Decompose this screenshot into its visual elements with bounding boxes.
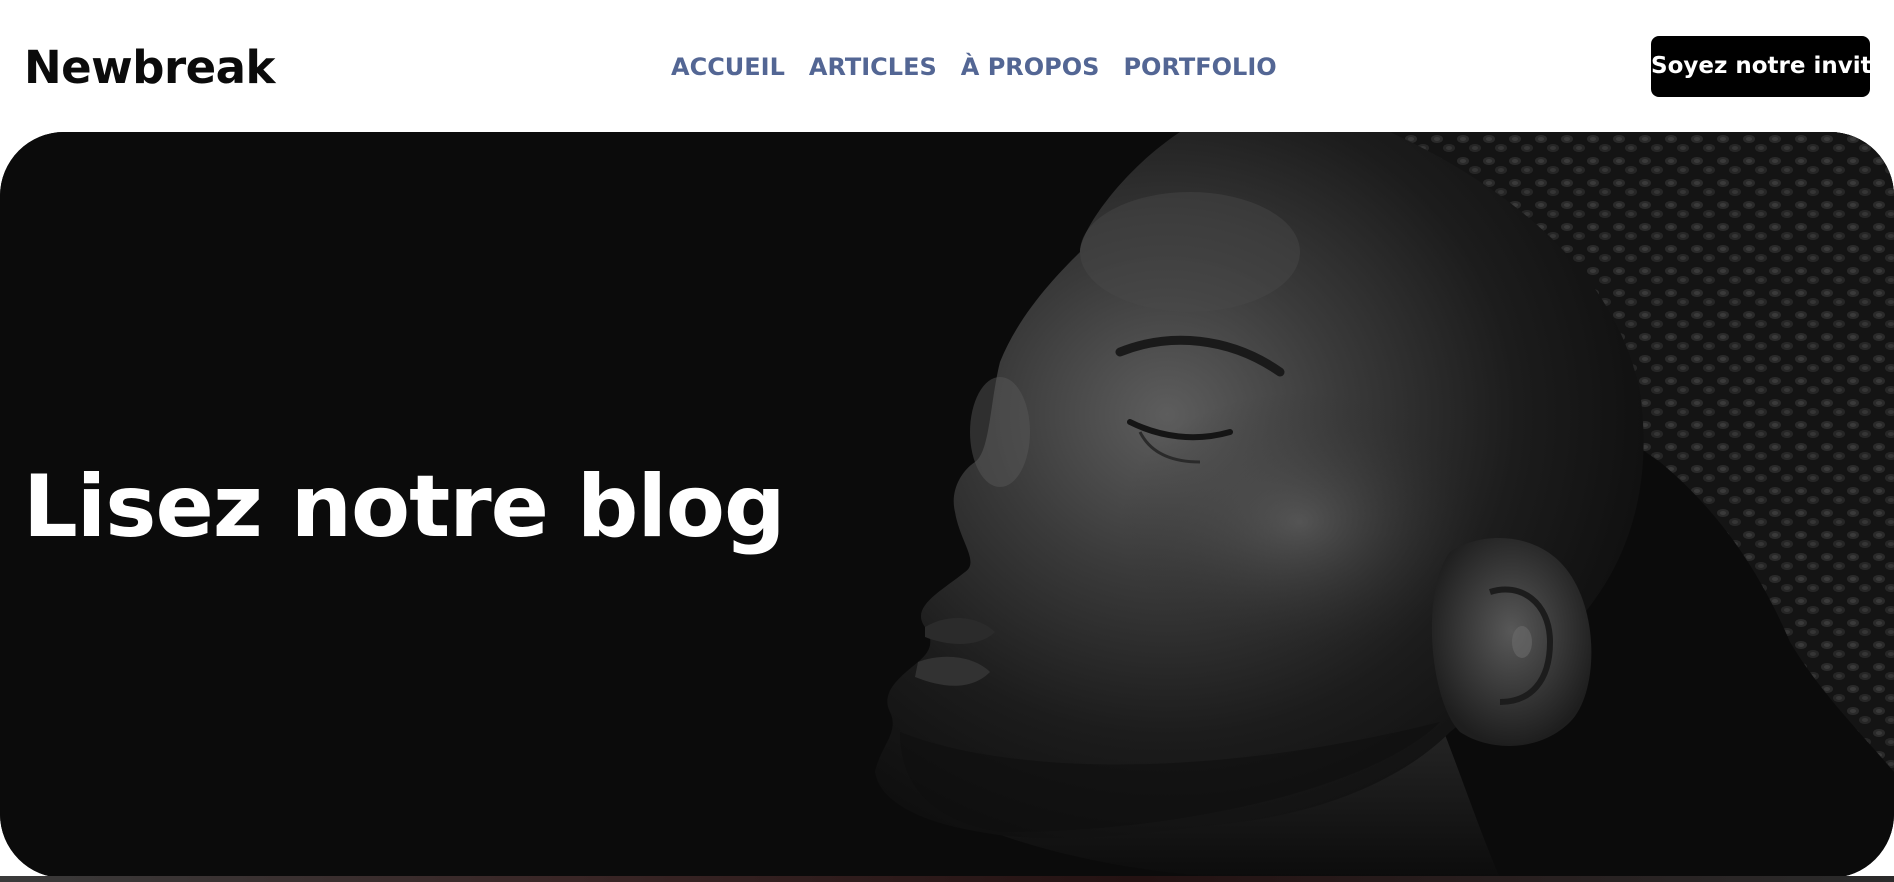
nav-item-articles[interactable]: ARTICLES [809,50,937,84]
nav-item-accueil[interactable]: ACCUEIL [671,50,785,84]
page-bottom-edge [0,876,1894,882]
nav-item-a-propos[interactable]: À PROPOS [961,50,1100,84]
site-header: Newbreak ACCUEIL ARTICLES À PROPOS PORTF… [0,0,1894,132]
guest-cta-button[interactable]: Soyez notre invité [1651,36,1887,97]
main-nav: ACCUEIL ARTICLES À PROPOS PORTFOLIO [671,50,1277,84]
hero-banner: Lisez notre blog [0,132,1894,878]
hero-title: Lisez notre blog [23,457,786,557]
nav-item-portfolio[interactable]: PORTFOLIO [1123,50,1276,84]
brand-logo[interactable]: Newbreak [24,40,275,96]
